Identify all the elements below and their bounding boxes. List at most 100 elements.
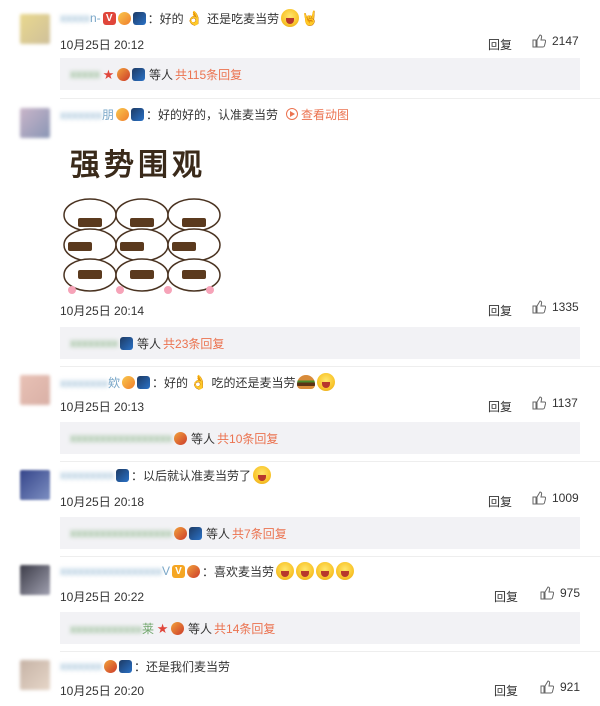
sub-reply-users[interactable]: xxxxxxxxxxxxxxxxx xyxy=(70,526,172,540)
view-gif-link[interactable]: 查看动图 xyxy=(301,106,349,123)
laughing-face-icon xyxy=(316,562,335,580)
username[interactable]: xxxxxxx xyxy=(60,659,102,673)
sub-reply-more-link[interactable]: 共115条回复 xyxy=(175,66,242,83)
like-count: 1009 xyxy=(552,491,579,505)
gif-sticker-image[interactable]: 强势围观 xyxy=(60,130,224,296)
thumbs-up-icon xyxy=(540,586,554,600)
thumbs-up-icon xyxy=(532,300,546,314)
sub-replies[interactable]: xxxxxxxxxxxxxxxxx 等人 共7条回复 xyxy=(60,517,580,549)
username[interactable]: xxxxxn- xyxy=(60,11,101,25)
like-button[interactable]: 975 xyxy=(540,586,580,600)
avatar[interactable] xyxy=(20,14,50,44)
like-button[interactable]: 2147 xyxy=(532,34,579,48)
username[interactable]: xxxxxxxx欸 xyxy=(60,374,120,391)
divider xyxy=(60,461,600,462)
comment-text: ：喜欢麦当劳 xyxy=(202,564,275,579)
verified-badge-icon: V xyxy=(172,564,186,578)
like-button[interactable]: 1009 xyxy=(532,491,579,505)
like-button[interactable]: 1335 xyxy=(532,300,579,314)
sub-reply-users[interactable]: xxxxxxxxxxxxxxxxx xyxy=(70,431,172,445)
ok-hand-emoji-icon: 👌 xyxy=(190,373,208,390)
like-count: 921 xyxy=(560,680,581,694)
laughing-face-icon xyxy=(336,562,355,580)
avatar[interactable] xyxy=(20,660,50,690)
vip-badge-icon xyxy=(131,107,145,121)
hamburger-emoji-icon xyxy=(297,375,316,389)
like-count: 1335 xyxy=(552,300,579,314)
username[interactable]: xxxxxxx朋 xyxy=(60,106,114,123)
sub-replies[interactable]: xxxxxxxxxxxx莱 ★ 等人 共14条回复 xyxy=(60,612,580,644)
like-button[interactable]: 921 xyxy=(540,680,580,694)
comment-time: 10月25日 20:12 xyxy=(60,38,145,52)
vip-badge-icon xyxy=(119,659,132,673)
sub-reply-deng: 等人 xyxy=(137,336,162,351)
reply-button[interactable]: 回复 xyxy=(488,36,512,53)
reply-button[interactable]: 回复 xyxy=(488,398,512,415)
sub-reply-users[interactable]: xxxxx xyxy=(70,67,100,81)
vip-badge-icon xyxy=(132,67,145,81)
sub-reply-more-link[interactable]: 共10条回复 xyxy=(217,430,278,447)
music-badge-icon xyxy=(174,526,187,540)
divider xyxy=(60,556,600,557)
vip-badge-icon xyxy=(116,468,129,482)
comment-text: ：还是我们麦当劳 xyxy=(134,659,231,674)
music-badge-icon xyxy=(122,375,136,389)
music-badge-icon xyxy=(171,621,185,635)
sub-reply-deng: 等人 xyxy=(188,621,213,636)
comment-text: ：好的 xyxy=(152,375,189,390)
like-count: 1137 xyxy=(552,396,578,410)
cats-drawing xyxy=(63,198,221,294)
star-badge-icon: ★ xyxy=(102,66,115,82)
sub-reply-more-link[interactable]: 共14条回复 xyxy=(214,620,275,637)
sub-reply-more-link[interactable]: 共23条回复 xyxy=(163,335,224,352)
sub-reply-users[interactable]: xxxxxxxxxxxx莱 xyxy=(70,620,154,637)
reply-button[interactable]: 回复 xyxy=(488,493,512,510)
laughing-face-icon xyxy=(296,562,315,580)
avatar[interactable] xyxy=(20,108,50,138)
comment-time: 10月25日 20:18 xyxy=(60,495,145,509)
comment-time: 10月25日 20:13 xyxy=(60,400,145,414)
avatar[interactable] xyxy=(20,375,50,405)
comment-text: ：好的 xyxy=(147,11,184,26)
thumbs-up-icon xyxy=(540,680,554,694)
reply-button[interactable]: 回复 xyxy=(488,302,512,319)
music-badge-icon xyxy=(116,107,130,121)
sub-reply-deng: 等人 xyxy=(149,67,174,82)
laughing-face-icon xyxy=(281,9,300,27)
ok-hand-emoji-icon: 👌 xyxy=(185,9,204,26)
avatar[interactable] xyxy=(20,565,50,595)
sub-reply-users[interactable]: xxxxxxxx xyxy=(70,336,118,350)
username[interactable]: xxxxxxxxxxxxxxxxxV xyxy=(60,564,170,578)
thumbs-up-icon xyxy=(532,491,546,505)
like-count: 2147 xyxy=(552,34,579,48)
music-badge-icon xyxy=(174,431,187,445)
reply-button[interactable]: 回复 xyxy=(494,588,518,605)
thumbs-up-icon xyxy=(532,396,546,410)
vip-badge-icon xyxy=(189,526,202,540)
thumbs-up-icon xyxy=(532,34,546,48)
sub-reply-deng: 等人 xyxy=(206,526,231,541)
username[interactable]: xxxxxxxxx xyxy=(60,468,114,482)
divider xyxy=(60,651,600,652)
sub-replies[interactable]: xxxxx ★ 等人 共115条回复 xyxy=(60,58,580,90)
reply-button[interactable]: 回复 xyxy=(494,682,518,699)
divider xyxy=(60,98,600,99)
vip-badge-icon xyxy=(137,375,151,389)
play-circle-icon[interactable] xyxy=(286,108,299,120)
comment-time: 10月25日 20:22 xyxy=(60,590,145,604)
sub-replies[interactable]: xxxxxxxx 等人 共23条回复 xyxy=(60,327,580,359)
vip-badge-icon xyxy=(120,336,133,350)
like-count: 975 xyxy=(560,586,581,600)
rock-hand-emoji-icon: 🤘 xyxy=(301,9,319,26)
comment-time: 10月25日 20:20 xyxy=(60,684,145,698)
music-badge-icon xyxy=(104,659,117,673)
sub-replies[interactable]: xxxxxxxxxxxxxxxxx 等人 共10条回复 xyxy=(60,422,580,454)
laughing-face-icon xyxy=(317,373,336,391)
comment-text-2: 吃的还是麦当劳 xyxy=(211,375,296,390)
vip-badge-icon xyxy=(132,11,146,25)
like-button[interactable]: 1137 xyxy=(532,396,578,410)
avatar[interactable] xyxy=(20,470,50,500)
sub-reply-more-link[interactable]: 共7条回复 xyxy=(232,525,287,542)
laughing-face-icon xyxy=(253,466,272,484)
verified-badge-icon: V xyxy=(102,11,116,25)
